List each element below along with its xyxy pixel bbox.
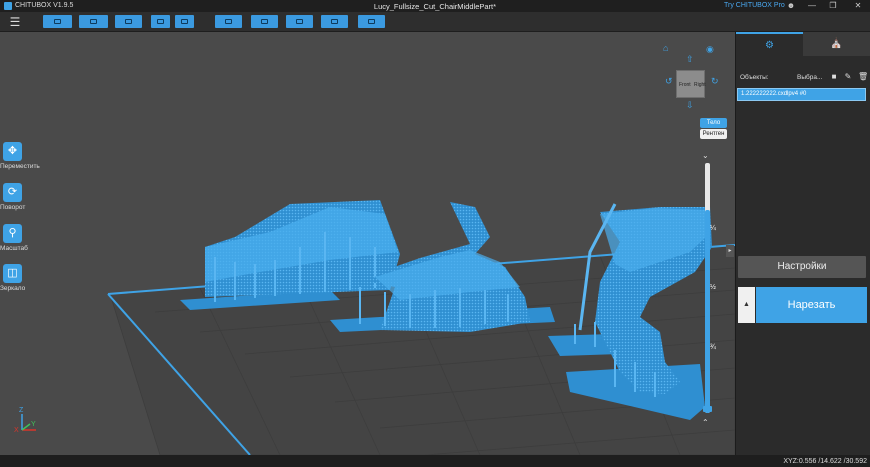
chevron-down-icon[interactable]: ⌄ [702, 151, 709, 160]
rotate-up-icon[interactable]: ⇧ [686, 54, 694, 65]
redo-button[interactable] [175, 15, 194, 28]
home-view-icon[interactable]: ⌂ [663, 43, 668, 53]
scene-render: Z Y X [14, 200, 735, 455]
status-bar: XYZ:0.556 /14.622 /30.592 [0, 455, 870, 467]
move-tool[interactable]: ✥ Переместить [0, 142, 44, 170]
slice-options-button[interactable]: ▲ [738, 287, 755, 323]
rotate-left-icon[interactable]: ↺ [665, 76, 673, 87]
building-icon: ⛪ [830, 38, 843, 49]
select-box-icon[interactable]: ■ [829, 72, 839, 82]
cube-face-right: Right [694, 82, 706, 88]
axis-indicator: Z Y X [14, 407, 36, 434]
light-icon [296, 19, 303, 24]
save-file-button[interactable] [79, 15, 108, 28]
import-button[interactable] [115, 15, 142, 28]
undo-button[interactable] [151, 15, 170, 28]
move-label: Переместить [0, 163, 40, 170]
layer-icon [331, 19, 338, 24]
chitubox-window: CHITUBOX V1.9.5 Lucy_Fullsize_Cut_ChairM… [0, 0, 870, 467]
scale-tool[interactable]: ⚲ Масштаб [0, 224, 44, 252]
mirror-tool[interactable]: ◫ Зеркало [0, 264, 44, 292]
objects-header: Объекты: Выбра... ■ ✎ 🗑 [740, 72, 868, 84]
open-file-button[interactable] [43, 15, 72, 28]
collapse-panel-button[interactable]: ▸ [726, 245, 734, 257]
screenshot-icon [225, 19, 232, 24]
rotate-down-icon[interactable]: ⇩ [686, 100, 694, 111]
gear-settings-icon: ⚙ [765, 40, 774, 51]
screenshot-button[interactable] [215, 15, 242, 28]
xyz-readout: XYZ:0.556 /14.622 /30.592 [783, 458, 867, 465]
open-file-icon [54, 19, 61, 24]
toolbar: ☰ [0, 12, 870, 32]
scale-icon[interactable]: ⚲ [3, 224, 22, 243]
body-mode-button[interactable]: Тело [700, 118, 727, 128]
export-icon [368, 19, 375, 24]
eye-view-icon[interactable]: ◉ [706, 44, 714, 55]
slice-button[interactable]: Нарезать [756, 287, 867, 323]
redo-icon [181, 19, 188, 24]
svg-text:Z: Z [19, 407, 24, 414]
view-mode-toggle: Тело Рентген [700, 118, 727, 140]
layer-slider-fill [705, 210, 710, 413]
layer-button[interactable] [321, 15, 348, 28]
support-tree-icon [261, 19, 268, 24]
rotate-right-icon[interactable]: ↻ [711, 76, 719, 87]
panel-tabs: ⚙ ⛪ [736, 32, 870, 56]
rotate-icon[interactable]: ⟳ [3, 183, 22, 202]
edit-icon[interactable]: ✎ [843, 72, 853, 82]
tab-settings[interactable]: ⚙ [736, 32, 803, 56]
save-file-icon [90, 19, 97, 24]
xray-mode-button[interactable]: Рентген [700, 129, 727, 139]
export-button[interactable] [358, 15, 385, 28]
title-bar: CHITUBOX V1.9.5 Lucy_Fullsize_Cut_ChairM… [0, 0, 870, 12]
object-list-item[interactable]: 1.222222222.cxdlpv4 #0 [737, 88, 866, 101]
slider-tick-half: ½ [710, 284, 716, 291]
navigation-cube[interactable]: Front Right [676, 70, 706, 98]
select-all-label[interactable]: Выбра... [797, 74, 822, 81]
support-tree-button[interactable] [251, 15, 278, 28]
scale-label: Масштаб [0, 245, 28, 252]
mirror-label: Зеркало [0, 285, 26, 292]
svg-text:Y: Y [31, 421, 36, 428]
user-icon[interactable]: ☻ [784, 1, 798, 10]
move-icon[interactable]: ✥ [3, 142, 22, 161]
3d-viewport[interactable]: Z Y X ✥ Переместить ⟳ Поворот ⚲ Масштаб … [0, 32, 735, 455]
cube-face-front: Front [679, 82, 691, 88]
try-pro-link[interactable]: Try CHITUBOX Pro [724, 2, 785, 9]
trash-icon[interactable]: 🗑 [858, 72, 868, 82]
restore-icon[interactable]: ❐ [826, 1, 840, 10]
undo-icon [157, 19, 164, 24]
minimize-icon[interactable]: — [805, 1, 819, 10]
settings-button[interactable]: Настройки [738, 256, 866, 278]
slider-tick-quarter: ¼ [710, 225, 716, 232]
import-icon [125, 19, 132, 24]
mirror-icon[interactable]: ◫ [3, 264, 22, 283]
light-button[interactable] [286, 15, 313, 28]
slider-tick-three-quarters: ¾ [710, 344, 716, 351]
objects-label: Объекты: [740, 74, 769, 81]
layer-slider-handle[interactable] [703, 406, 712, 412]
close-icon[interactable]: ✕ [851, 1, 865, 10]
tab-supports[interactable]: ⛪ [803, 32, 870, 56]
svg-text:X: X [14, 427, 19, 434]
rotate-label: Поворот [0, 204, 26, 211]
chevron-up-icon[interactable]: ⌃ [702, 418, 709, 427]
rotate-tool[interactable]: ⟳ Поворот [0, 183, 44, 211]
hamburger-menu-icon[interactable]: ☰ [8, 15, 22, 29]
